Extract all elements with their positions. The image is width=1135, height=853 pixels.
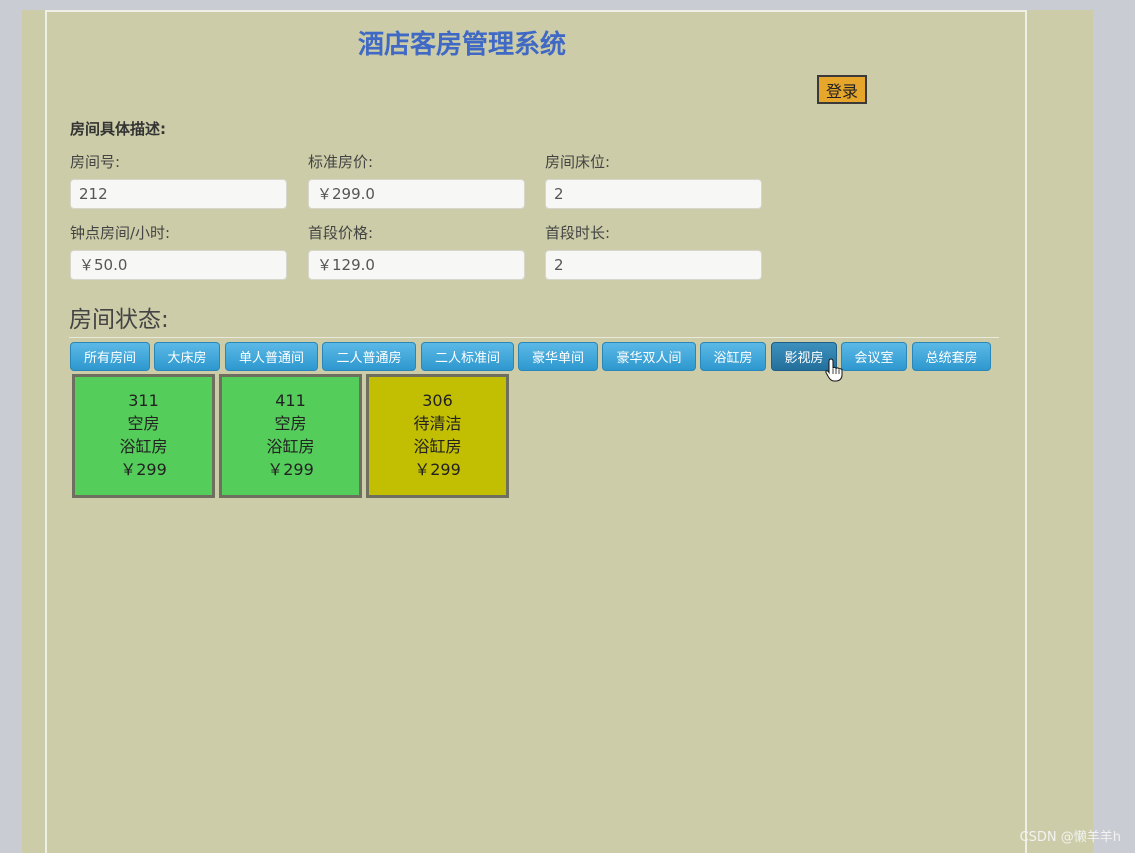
tab-double-standard[interactable]: 二人普通房 (322, 342, 416, 371)
room-card[interactable]: 411 空房 浴缸房 ￥299 (219, 374, 362, 498)
tab-movie-room[interactable]: 影视房 (771, 342, 837, 371)
room-type: 浴缸房 (119, 437, 168, 456)
first-period-duration-input[interactable]: 2 (545, 250, 762, 280)
standard-price-label: 标准房价: (308, 153, 374, 171)
room-type: 浴缸房 (413, 437, 462, 456)
room-details-heading: 房间具体描述: (70, 120, 166, 138)
tab-bathtub-room[interactable]: 浴缸房 (700, 342, 766, 371)
tab-meeting-room[interactable]: 会议室 (841, 342, 907, 371)
room-state: 待清洁 (413, 414, 462, 433)
room-state: 空房 (127, 414, 160, 433)
section-divider (69, 337, 999, 338)
watermark: CSDN @懒羊羊h (1019, 830, 1121, 845)
room-card[interactable]: 311 空房 浴缸房 ￥299 (72, 374, 215, 498)
room-price: ￥299 (414, 460, 461, 479)
hourly-price-input[interactable]: ￥50.0 (70, 250, 287, 280)
tab-deluxe-single[interactable]: 豪华单间 (518, 342, 598, 371)
standard-price-input[interactable]: ￥299.0 (308, 179, 525, 209)
tab-single-standard[interactable]: 单人普通间 (225, 342, 318, 371)
hourly-price-label: 钟点房间/小时: (70, 224, 171, 242)
first-period-duration-label: 首段时长: (545, 224, 611, 242)
tab-presidential-suite[interactable]: 总统套房 (912, 342, 991, 371)
login-button[interactable]: 登录 (817, 75, 867, 104)
room-type: 浴缸房 (266, 437, 315, 456)
tab-deluxe-double[interactable]: 豪华双人间 (602, 342, 696, 371)
tab-all-rooms[interactable]: 所有房间 (70, 342, 150, 371)
page-title: 酒店客房管理系统 (358, 30, 567, 60)
room-price: ￥299 (120, 460, 167, 479)
tab-double-standard-room[interactable]: 二人标准间 (421, 342, 514, 371)
room-price: ￥299 (267, 460, 314, 479)
tab-king-room[interactable]: 大床房 (154, 342, 220, 371)
room-number: 411 (275, 391, 306, 410)
room-number-label: 房间号: (70, 153, 121, 171)
room-status-heading: 房间状态: (69, 307, 169, 333)
room-number-input[interactable]: 212 (70, 179, 287, 209)
first-period-price-label: 首段价格: (308, 224, 374, 242)
room-card[interactable]: 306 待清洁 浴缸房 ￥299 (366, 374, 509, 498)
room-beds-input[interactable]: 2 (545, 179, 762, 209)
room-state: 空房 (274, 414, 307, 433)
room-number: 306 (422, 391, 453, 410)
first-period-price-input[interactable]: ￥129.0 (308, 250, 525, 280)
room-number: 311 (128, 391, 159, 410)
room-beds-label: 房间床位: (545, 153, 611, 171)
